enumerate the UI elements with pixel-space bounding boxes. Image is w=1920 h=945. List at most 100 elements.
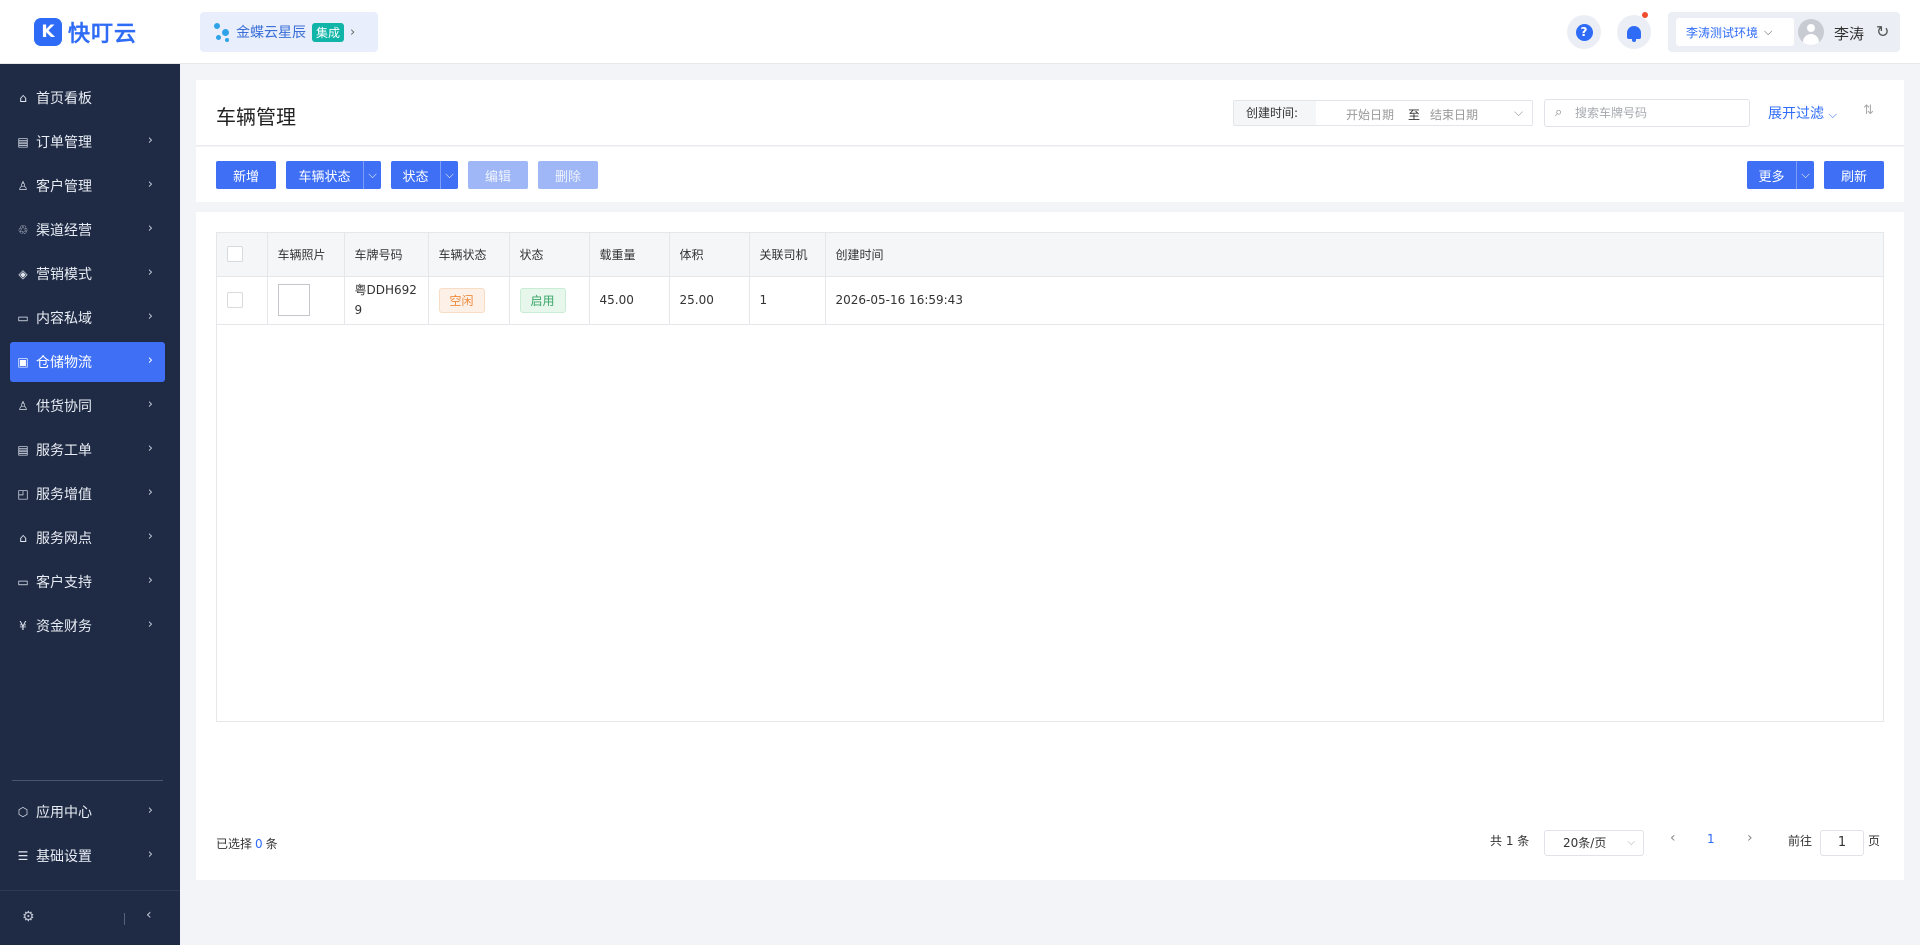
sidebar-item-label: 供货协同 xyxy=(36,399,92,415)
delete-button[interactable]: 删除 xyxy=(538,161,598,189)
sidebar-item-settings[interactable]: ☰ 基础设置 › xyxy=(10,836,165,876)
notification-button[interactable] xyxy=(1617,12,1651,49)
status-badge: 启用 xyxy=(519,287,566,313)
help-button[interactable]: ? xyxy=(1567,15,1601,49)
prev-page-button[interactable]: ‹ xyxy=(1670,830,1676,846)
refresh-icon[interactable]: ↻ xyxy=(1876,22,1889,41)
sidebar-item-label: 基础设置 xyxy=(36,849,92,865)
date-range-label: 创建时间: xyxy=(1234,101,1316,125)
plate-number-wrap: 9 xyxy=(354,303,363,317)
user-name[interactable]: 李涛 xyxy=(1834,23,1864,44)
page-header: 车辆管理 创建时间: 开始日期 至 结束日期 ⌵ ⌕ 搜索车牌号码 展开过滤 ⌵… xyxy=(196,80,1904,146)
integration-icon xyxy=(214,21,232,43)
vehicle-table: 车辆照片 车牌号码 车辆状态 状态 载重量 体积 关联司机 创建时间 粤DDH6… xyxy=(216,232,1884,722)
chevron-right-icon: › xyxy=(350,24,356,40)
chevron-right-icon: › xyxy=(147,397,153,412)
chevron-right-icon: › xyxy=(147,529,153,544)
sidebar: ⌂ 首页看板 ▤ 订单管理 › ♙ 客户管理 › ♲ 渠道经营 › ◈ 营销模式… xyxy=(0,64,180,945)
customer-icon: ♙ xyxy=(17,179,29,193)
page-number-current[interactable]: 1 xyxy=(1707,832,1715,846)
column-header[interactable]: 车牌号码 xyxy=(344,233,429,277)
pin-icon[interactable]: ⇅ xyxy=(1863,103,1874,118)
sidebar-divider xyxy=(12,780,163,781)
sidebar-item-service-tickets[interactable]: ▤ 服务工单 › xyxy=(10,430,165,470)
refresh-button[interactable]: 刷新 xyxy=(1824,161,1884,189)
sidebar-item-channels[interactable]: ♲ 渠道经营 › xyxy=(10,210,165,250)
next-page-button[interactable]: › xyxy=(1747,830,1753,846)
logo-text: 快叮云 xyxy=(68,22,138,47)
sidebar-item-service-points[interactable]: ⌂ 服务网点 › xyxy=(10,518,165,558)
volume-cell: 25.00 xyxy=(669,276,750,325)
plate-number: 粤DDH692 xyxy=(354,283,417,297)
store-icon: ⌂ xyxy=(19,531,27,545)
sidebar-item-value-added[interactable]: ◰ 服务增值 › xyxy=(10,474,165,514)
sidebar-item-marketing[interactable]: ◈ 营销模式 › xyxy=(10,254,165,294)
sidebar-item-finance[interactable]: ¥ 资金财务 › xyxy=(10,606,165,646)
table-row[interactable]: 粤DDH692 9 空闲 启用 45.00 25.00 1 2026-05-16… xyxy=(217,276,1883,325)
integration-entry[interactable]: 金蝶云星辰 集成 › xyxy=(200,12,378,52)
sidebar-item-supply[interactable]: ♙ 供货协同 › xyxy=(10,386,165,426)
column-header[interactable]: 关联司机 xyxy=(749,233,826,277)
vehicle-status-badge: 空闲 xyxy=(438,287,485,313)
chevron-right-icon: › xyxy=(147,441,153,456)
channel-icon: ♲ xyxy=(17,223,29,237)
page-title: 车辆管理 xyxy=(216,105,296,129)
top-bar: K 快叮云 金蝶云星辰 集成 › ? 李涛测试环境 ⌵ 李涛 ↻ xyxy=(0,0,1920,64)
integration-badge: 集成 xyxy=(312,22,345,42)
sidebar-item-support[interactable]: ▭ 客户支持 › xyxy=(10,562,165,602)
collapse-sidebar-icon[interactable]: ‹ xyxy=(146,907,152,923)
row-checkbox[interactable] xyxy=(227,292,243,308)
page-size-select[interactable]: 20条/页 ⌵ xyxy=(1544,830,1644,856)
expand-filter-button[interactable]: 展开过滤 ⌵ xyxy=(1768,103,1837,123)
chevron-down-icon[interactable]: ⌵ xyxy=(363,161,381,189)
sidebar-item-label: 仓储物流 xyxy=(36,355,92,371)
vehicle-photo-cell xyxy=(267,276,345,325)
sidebar-item-home[interactable]: ⌂ 首页看板 xyxy=(10,78,165,118)
column-header[interactable]: 载重量 xyxy=(589,233,670,277)
expand-filter-label: 展开过滤 xyxy=(1768,106,1824,122)
help-icon: ? xyxy=(1575,23,1593,41)
environment-select[interactable]: 李涛测试环境 ⌵ xyxy=(1676,18,1794,46)
chevron-down-icon[interactable]: ⌵ xyxy=(1796,161,1814,189)
edit-button[interactable]: 编辑 xyxy=(468,161,528,189)
gear-icon[interactable]: ⚙ xyxy=(22,909,35,925)
end-date-input[interactable]: 结束日期 xyxy=(1430,106,1478,123)
vehicle-photo[interactable] xyxy=(277,284,310,316)
chevron-right-icon: › xyxy=(147,617,153,632)
column-header[interactable]: 创建时间 xyxy=(825,233,1883,277)
goto-page-input[interactable]: 1 xyxy=(1820,830,1864,856)
order-icon: ▤ xyxy=(17,135,29,149)
page-size-value: 20条/页 xyxy=(1563,836,1607,850)
sidebar-item-label: 内容私域 xyxy=(36,311,92,327)
status-button[interactable]: 状态 ⌵ xyxy=(391,161,458,189)
start-date-input[interactable]: 开始日期 xyxy=(1346,106,1394,123)
chevron-down-icon[interactable]: ⌵ xyxy=(440,161,458,189)
select-all-checkbox[interactable] xyxy=(227,246,243,263)
table-header-row: 车辆照片 车牌号码 车辆状态 状态 载重量 体积 关联司机 创建时间 xyxy=(217,233,1883,277)
logo-icon: K xyxy=(34,18,62,46)
add-button[interactable]: 新增 xyxy=(216,161,276,189)
column-header[interactable]: 体积 xyxy=(669,233,750,277)
sidebar-item-customers[interactable]: ♙ 客户管理 › xyxy=(10,166,165,206)
date-range-picker[interactable]: 创建时间: 开始日期 至 结束日期 ⌵ xyxy=(1233,100,1533,126)
sidebar-item-warehouse[interactable]: ▣ 仓储物流 › xyxy=(10,342,165,382)
search-input[interactable]: ⌕ 搜索车牌号码 xyxy=(1544,99,1750,127)
sidebar-item-label: 服务工单 xyxy=(36,443,92,459)
sidebar-item-label: 渠道经营 xyxy=(36,223,92,239)
total-count: 共 1 条 xyxy=(1490,834,1530,848)
bag-icon: ◰ xyxy=(17,487,29,501)
chevron-right-icon: › xyxy=(147,803,153,818)
vehicle-status-label: 车辆状态 xyxy=(298,169,351,185)
sidebar-item-app-center[interactable]: ⬡ 应用中心 › xyxy=(10,792,165,832)
avatar[interactable] xyxy=(1798,19,1824,45)
column-header[interactable]: 车辆状态 xyxy=(428,233,510,277)
sidebar-item-content[interactable]: ▭ 内容私域 › xyxy=(10,298,165,338)
data-table: 车辆照片 车牌号码 车辆状态 状态 载重量 体积 关联司机 创建时间 粤DDH6… xyxy=(217,233,1883,325)
sidebar-item-orders[interactable]: ▤ 订单管理 › xyxy=(10,122,165,162)
search-icon: ⌕ xyxy=(1555,105,1563,120)
column-header[interactable]: 状态 xyxy=(509,233,590,277)
more-button[interactable]: 更多 ⌵ xyxy=(1747,161,1814,189)
vehicle-status-button[interactable]: 车辆状态 ⌵ xyxy=(286,161,381,189)
logo[interactable]: K 快叮云 xyxy=(34,15,137,49)
environment-label: 李涛测试环境 xyxy=(1686,25,1759,40)
